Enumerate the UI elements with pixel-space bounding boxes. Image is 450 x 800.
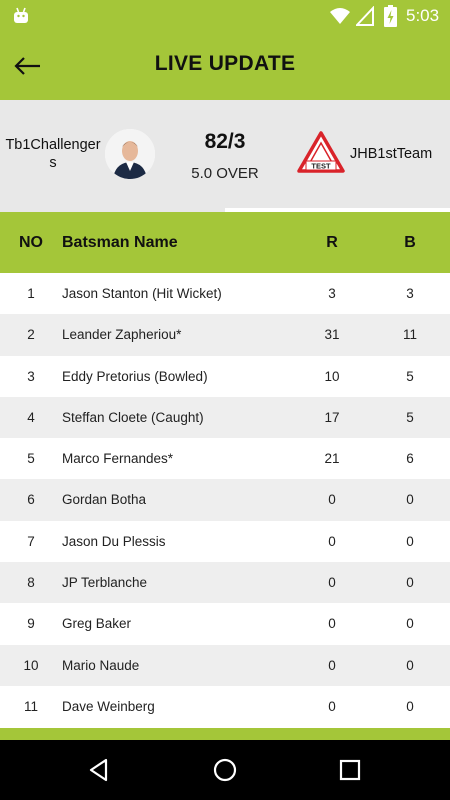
row-number: 4 xyxy=(27,409,35,425)
runs-value: 3 xyxy=(328,286,336,301)
footer-accent-strip xyxy=(0,728,450,740)
batsman-name: Dave Weinberg xyxy=(62,698,155,714)
batsman-name: Leander Zapheriou* xyxy=(62,327,182,343)
runs-value: 0 xyxy=(328,575,336,591)
batsman-name: Jason Stanton (Hit Wicket) xyxy=(62,286,222,301)
page-title: LIVE UPDATE xyxy=(154,52,296,75)
batsman-name: Mario Naude xyxy=(62,657,140,673)
balls-value: 5 xyxy=(406,368,414,384)
batsman-name: Eddy Pretorius (Bowled) xyxy=(62,368,208,384)
wifi-icon xyxy=(330,8,350,24)
balls-value: 0 xyxy=(406,698,414,714)
runs-value: 0 xyxy=(328,533,336,549)
batting-table: 1 Jason Stanton (Hit Wicket) 3 3 2 Leand… xyxy=(0,273,450,728)
header-runs: R xyxy=(326,234,338,251)
runs-value: 10 xyxy=(324,368,340,384)
balls-value: 0 xyxy=(406,616,414,632)
battery-charging-icon xyxy=(384,5,397,27)
runs-value: 21 xyxy=(324,451,340,467)
home-circle-icon[interactable] xyxy=(212,757,238,783)
android-icon xyxy=(14,7,28,23)
runs-value: 0 xyxy=(328,657,336,673)
runs-value: 17 xyxy=(324,409,340,425)
balls-value: 3 xyxy=(406,286,414,301)
row-number: 3 xyxy=(27,368,35,384)
svg-text:TEST: TEST xyxy=(311,162,331,171)
match-score: 82/3 xyxy=(204,130,246,153)
row-number: 10 xyxy=(23,657,39,673)
system-nav-bar xyxy=(0,740,450,800)
table-row: 11 Dave Weinberg 0 0 xyxy=(0,685,450,728)
row-number: 7 xyxy=(27,533,35,549)
team1-name: Tb1Challengers xyxy=(5,137,101,171)
table-row: 10 Mario Naude 0 0 xyxy=(0,644,450,686)
table-row: 9 Greg Baker 0 0 xyxy=(0,603,450,645)
table-row: 6 Gordan Botha 0 0 xyxy=(0,479,450,521)
balls-value: 11 xyxy=(402,327,417,343)
header-no: NO xyxy=(19,234,43,251)
row-number: 6 xyxy=(27,492,35,508)
batting-table-header: NO Batsman Name R B xyxy=(0,212,450,273)
team1-avatar xyxy=(105,129,155,179)
batsman-name: Jason Du Plessis xyxy=(62,533,166,549)
recents-square-icon[interactable] xyxy=(337,757,363,783)
batsman-name: Marco Fernandes* xyxy=(62,451,174,467)
header-batsman-name: Batsman Name xyxy=(62,234,178,251)
balls-value: 5 xyxy=(406,409,414,425)
clock-time: 5:03 xyxy=(406,6,440,25)
row-number: 11 xyxy=(23,698,38,714)
batsman-name: Greg Baker xyxy=(62,616,132,632)
batsman-name: Steffan Cloete (Caught) xyxy=(62,409,204,425)
row-number: 2 xyxy=(27,327,35,343)
header-balls: B xyxy=(404,234,416,251)
score-card: Tb1Challengers 82/3 5.0 OVER TEST JHB1st… xyxy=(0,100,450,212)
balls-value: 0 xyxy=(406,657,414,673)
team2-name: JHB1stTeam xyxy=(350,146,433,162)
row-number: 1 xyxy=(27,286,35,301)
runs-value: 0 xyxy=(328,698,336,714)
row-number: 8 xyxy=(27,575,35,591)
table-row: 5 Marco Fernandes* 21 6 xyxy=(0,438,450,480)
balls-value: 6 xyxy=(406,451,414,467)
app-toolbar: LIVE UPDATE xyxy=(0,32,450,100)
table-row: 7 Jason Du Plessis 0 0 xyxy=(0,520,450,563)
table-row: 1 Jason Stanton (Hit Wicket) 3 3 xyxy=(0,273,450,315)
table-row: 3 Eddy Pretorius (Bowled) 10 5 xyxy=(0,355,450,397)
match-overs: 5.0 OVER xyxy=(191,165,259,182)
balls-value: 0 xyxy=(406,533,414,549)
balls-value: 0 xyxy=(406,492,414,508)
table-row: 2 Leander Zapheriou* 31 11 xyxy=(0,314,450,356)
row-number: 5 xyxy=(27,451,35,467)
batsman-name: Gordan Botha xyxy=(62,492,147,508)
team2-logo: TEST xyxy=(297,131,345,173)
back-triangle-icon[interactable] xyxy=(86,757,112,783)
runs-value: 0 xyxy=(328,616,336,632)
table-row: 4 Steffan Cloete (Caught) 17 5 xyxy=(0,396,450,439)
runs-value: 0 xyxy=(328,492,336,508)
table-row: 8 JP Terblanche 0 0 xyxy=(0,562,450,604)
balls-value: 0 xyxy=(406,575,414,591)
status-bar: 5:03 xyxy=(0,0,450,32)
runs-value: 31 xyxy=(324,327,340,343)
signal-icon xyxy=(356,6,374,26)
row-number: 9 xyxy=(27,616,35,632)
batsman-name: JP Terblanche xyxy=(62,575,148,591)
